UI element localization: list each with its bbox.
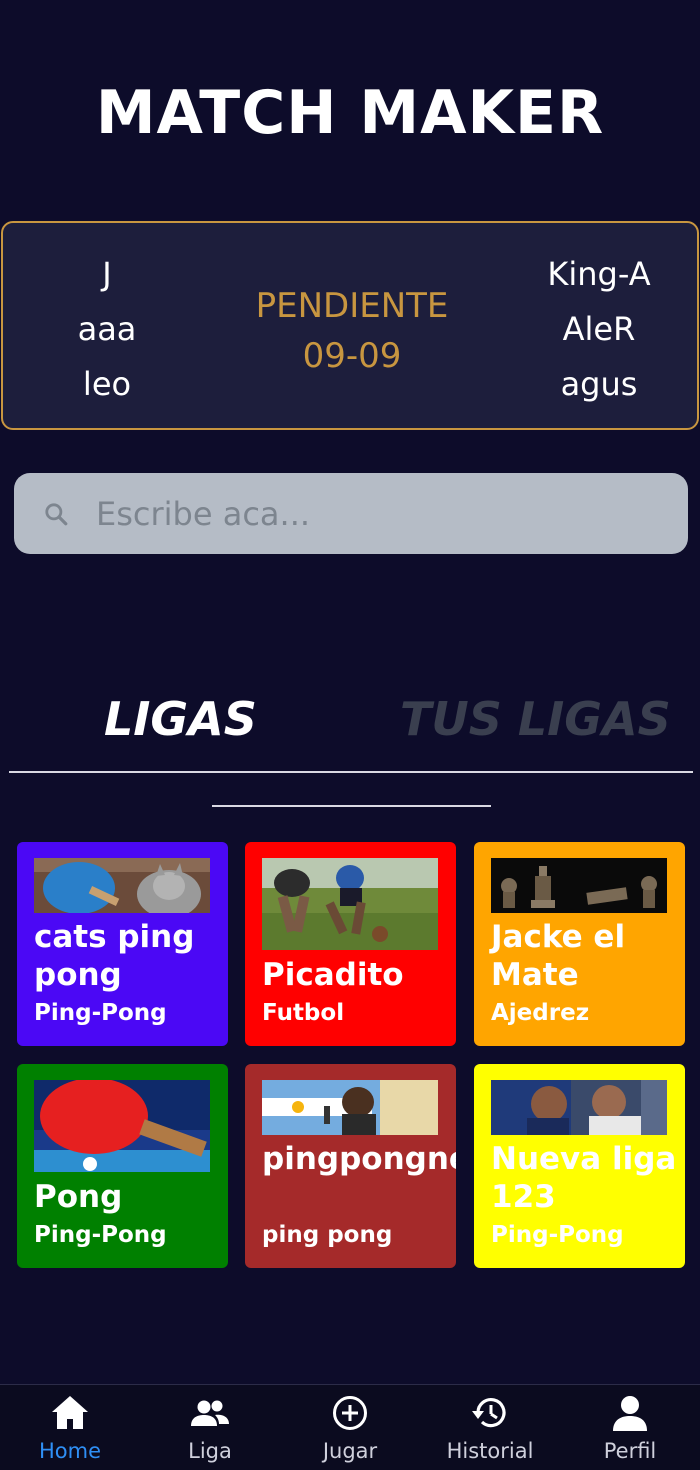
nav-historial[interactable]: Historial bbox=[420, 1385, 560, 1470]
league-image bbox=[262, 1080, 438, 1135]
league-image bbox=[262, 858, 438, 950]
tab-ligas[interactable]: LIGAS bbox=[104, 692, 257, 746]
home-icon bbox=[50, 1393, 90, 1433]
league-card[interactable]: Pong Ping-Pong bbox=[17, 1064, 228, 1268]
league-sport: Ping-Pong bbox=[34, 1222, 167, 1248]
tab-tus-ligas[interactable]: TUS LIGAS bbox=[400, 692, 671, 746]
league-card[interactable]: Picadito Futbol bbox=[245, 842, 456, 1046]
league-name: cats ping pong bbox=[34, 919, 195, 993]
nav-label: Perfil bbox=[603, 1439, 657, 1463]
nav-home[interactable]: Home bbox=[0, 1385, 140, 1470]
match-card[interactable]: J aaa leo PENDIENTE 09-09 King-A AleR ag… bbox=[1, 221, 699, 430]
league-card[interactable]: Jacke el Mate Ajedrez bbox=[474, 842, 685, 1046]
tabs-divider bbox=[9, 771, 693, 773]
league-name: Nueva liga 123 bbox=[491, 1141, 677, 1215]
league-sport: ping pong bbox=[262, 1222, 393, 1248]
player-name: King-A bbox=[547, 255, 651, 293]
person-icon bbox=[610, 1393, 650, 1433]
match-status-label: PENDIENTE bbox=[255, 286, 449, 326]
player-name: AleR bbox=[562, 310, 636, 348]
search-icon bbox=[43, 501, 69, 527]
history-icon bbox=[470, 1393, 510, 1433]
player-name: leo bbox=[82, 365, 132, 403]
league-name: Picadito bbox=[262, 957, 404, 993]
nav-label: Home bbox=[38, 1439, 101, 1463]
search-bar[interactable] bbox=[14, 473, 688, 554]
nav-label: Liga bbox=[188, 1439, 232, 1463]
bottom-nav: Home Liga Jugar Historial Perfil bbox=[0, 1384, 700, 1470]
league-sport: Ping-Pong bbox=[34, 1000, 167, 1026]
league-image bbox=[34, 1080, 210, 1172]
tab-indicator bbox=[212, 805, 491, 807]
nav-label: Historial bbox=[446, 1439, 534, 1463]
match-date: 09-09 bbox=[302, 336, 402, 376]
league-sport: Ajedrez bbox=[491, 1000, 590, 1026]
app-screen: MATCH MAKER J aaa leo PENDIENTE 09-09 Ki… bbox=[0, 0, 700, 1470]
league-name: pingpongneando bbox=[262, 1141, 456, 1177]
league-tabs: LIGAS TUS LIGAS bbox=[0, 680, 700, 760]
team-left: J aaa leo bbox=[7, 247, 207, 412]
nav-jugar[interactable]: Jugar bbox=[280, 1385, 420, 1470]
search-input[interactable] bbox=[96, 473, 666, 554]
nav-liga[interactable]: Liga bbox=[140, 1385, 280, 1470]
league-card[interactable]: cats ping pong Ping-Pong bbox=[17, 842, 228, 1046]
league-name: Pong bbox=[34, 1179, 123, 1215]
player-name: aaa bbox=[77, 310, 137, 348]
league-image bbox=[491, 1080, 667, 1135]
league-image bbox=[491, 858, 667, 913]
league-card[interactable]: pingpongneando ping pong bbox=[245, 1064, 456, 1268]
player-name: J bbox=[102, 255, 112, 293]
match-status: PENDIENTE 09-09 bbox=[203, 281, 501, 381]
team-right: King-A AleR agus bbox=[499, 247, 699, 412]
player-name: agus bbox=[560, 365, 638, 403]
league-name: Jacke el Mate bbox=[491, 919, 626, 993]
league-sport: Futbol bbox=[262, 1000, 345, 1026]
league-card[interactable]: Nueva liga 123 Ping-Pong bbox=[474, 1064, 685, 1268]
group-icon bbox=[190, 1393, 230, 1433]
nav-label: Jugar bbox=[322, 1439, 378, 1463]
nav-perfil[interactable]: Perfil bbox=[560, 1385, 700, 1470]
league-sport: Ping-Pong bbox=[491, 1222, 624, 1248]
add-circle-icon bbox=[330, 1393, 370, 1433]
app-title: MATCH MAKER bbox=[95, 78, 605, 148]
league-image bbox=[34, 858, 210, 913]
